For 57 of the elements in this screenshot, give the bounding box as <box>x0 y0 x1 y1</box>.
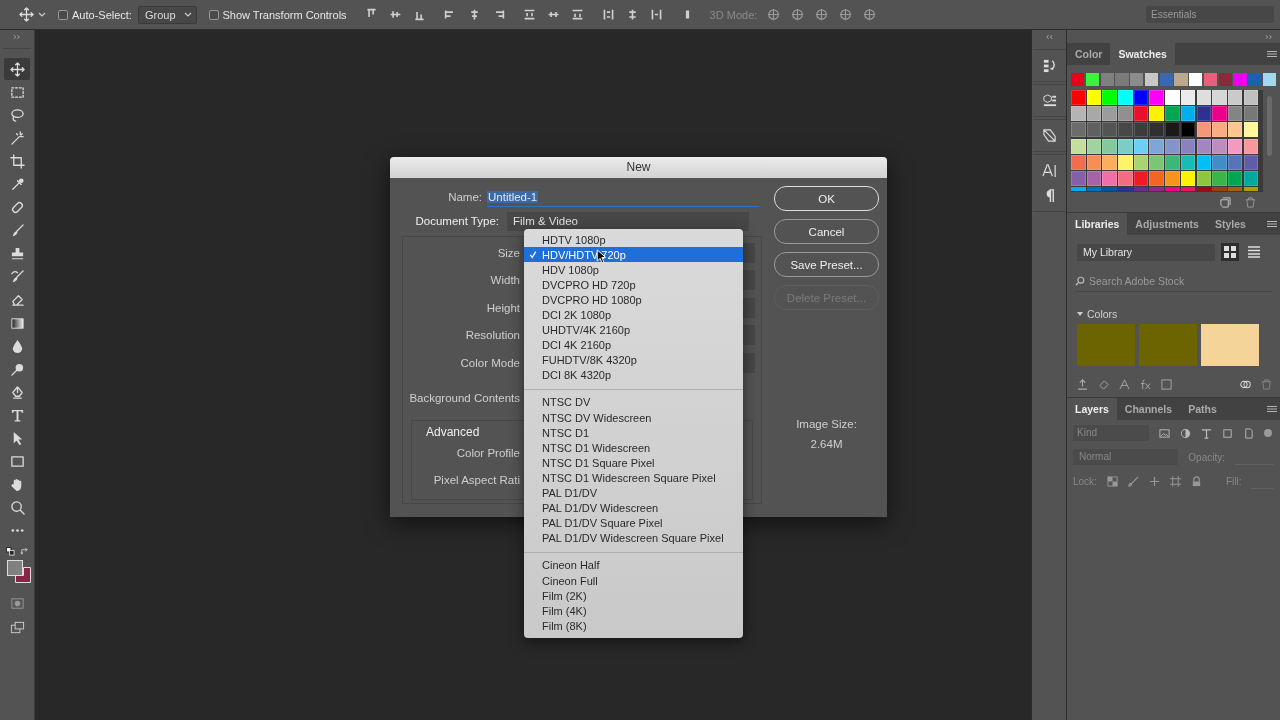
field-label: Document Type: <box>414 215 499 227</box>
dialog-button[interactable]: Save Preset... <box>774 252 879 277</box>
menu-item[interactable]: HDV 1080p <box>524 262 743 278</box>
menu-item[interactable]: DVCPRO HD 1080p <box>524 292 743 308</box>
section-header[interactable]: Colors <box>1077 308 1118 320</box>
menu-item[interactable]: DCI 4K 2160p <box>524 337 743 353</box>
menu-item[interactable]: UHDTV/4K 2160p <box>524 322 743 338</box>
menu-item[interactable]: NTSC DV <box>524 394 743 411</box>
menu-item[interactable]: DVCPRO HD 720p <box>524 277 743 293</box>
panel-tab[interactable]: Color <box>1067 43 1111 65</box>
menu-item[interactable]: NTSC D1 Square Pixel <box>524 455 743 471</box>
show-transform-controls-label: Show Transform Controls <box>222 8 347 21</box>
auto-select-dropdown[interactable]: Group <box>137 5 197 24</box>
menu-item[interactable]: Film (8K) <box>524 618 743 634</box>
panel-tab[interactable]: Swatches <box>1110 43 1175 65</box>
menu-item[interactable]: NTSC D1 Widescreen Square Pixel <box>524 470 743 486</box>
panel-tab[interactable]: Paths <box>1180 398 1225 420</box>
menu-item[interactable]: DCI 2K 1080p <box>524 307 743 323</box>
menu-item[interactable]: NTSC D1 Widescreen <box>524 440 743 456</box>
field-label: Pixel Aspect Rati <box>432 474 520 487</box>
name-field[interactable]: Untitled-1 <box>487 187 759 207</box>
panel-tab[interactable]: Libraries <box>1067 213 1128 235</box>
menu-item[interactable]: HDTV 1080p <box>524 232 743 248</box>
field-label: Size <box>496 246 520 259</box>
auto-select-label: Auto-Select: <box>72 8 132 21</box>
dialog-button[interactable]: Cancel <box>774 219 879 244</box>
dialog-title: New <box>390 157 887 178</box>
menu-item[interactable]: Cineon Half <box>524 557 743 573</box>
menu-item[interactable]: PAL D1/DV <box>524 485 743 501</box>
field-label: Color Mode <box>459 356 520 369</box>
panel-tab[interactable]: Layers <box>1067 398 1117 420</box>
field-label: Background Contents <box>408 392 520 405</box>
menu-item[interactable]: Cineon Full <box>524 572 743 589</box>
field-label: Color Profile <box>455 446 520 459</box>
panel-tab[interactable]: Adjustments <box>1127 213 1207 235</box>
field-label: Name: <box>447 191 482 203</box>
menu-item[interactable]: NTSC D1 <box>524 425 743 441</box>
panel-tab[interactable]: Styles <box>1206 213 1254 235</box>
document-type-dropdown[interactable]: Film & Video <box>507 211 749 231</box>
menu-item[interactable]: Film (2K) <box>524 588 743 604</box>
menu-item[interactable]: DCI 8K 4320p <box>524 367 743 383</box>
menu-item[interactable]: Film (4K) <box>524 603 743 619</box>
menu-item[interactable]: PAL D1/DV Widescreen Square Pixel <box>524 530 743 546</box>
section-title: Advanced <box>426 425 480 439</box>
field-label: Height <box>485 301 520 314</box>
image-size-label: Image Size: <box>795 418 858 430</box>
menu-item[interactable]: FUHDTV/8K 4320p <box>524 352 743 368</box>
menu-item[interactable]: PAL D1/DV Square Pixel <box>524 515 743 531</box>
search-field[interactable]: Search Adobe Stock <box>1089 275 1259 287</box>
field-label: Resolution <box>464 329 520 342</box>
library-dropdown[interactable]: My Library <box>1077 243 1215 261</box>
field-label: Width <box>489 274 520 287</box>
image-size-value: 2.64M <box>809 438 844 450</box>
menu-item[interactable]: NTSC DV Widescreen <box>524 410 743 426</box>
panel-tab[interactable]: Channels <box>1116 398 1181 420</box>
menu-item[interactable]: PAL D1/DV Widescreen <box>524 500 743 516</box>
dialog-button[interactable]: OK <box>774 186 879 211</box>
